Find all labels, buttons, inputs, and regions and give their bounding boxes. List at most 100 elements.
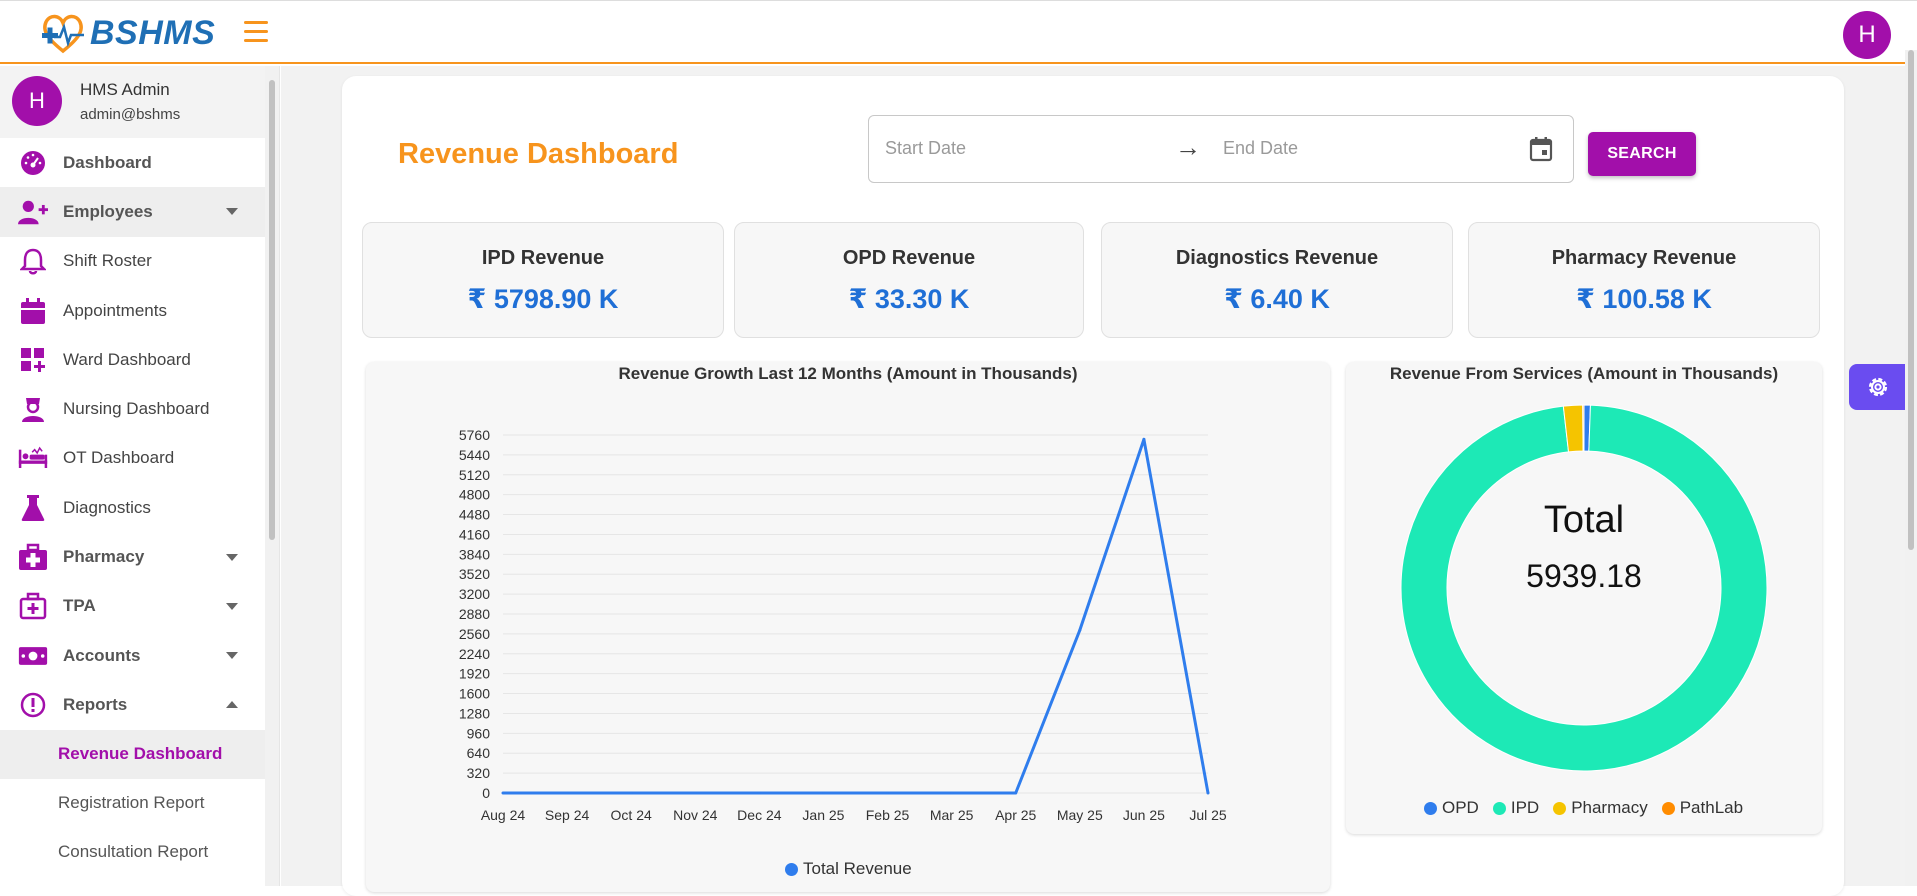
data-point[interactable] <box>821 791 825 795</box>
data-point[interactable] <box>1078 628 1082 632</box>
top-bar: BSHMS H <box>0 0 1917 64</box>
legend-dot <box>1492 801 1506 815</box>
data-point[interactable] <box>693 791 697 795</box>
y-tick-label: 1280 <box>459 705 490 721</box>
sidebar-item-diagnostics[interactable]: Diagnostics <box>0 483 266 532</box>
opd-revenue-card: OPD Revenue ₹ 33.30 K <box>734 222 1084 338</box>
stat-label: IPD Revenue <box>481 247 605 269</box>
x-tick-label: Jan 25 <box>802 807 844 823</box>
sidebar-item-reports[interactable]: Reports <box>0 680 266 729</box>
x-tick-label: Dec 24 <box>737 807 782 823</box>
sidebar-item-label: Diagnostics <box>63 497 151 517</box>
y-tick-label: 2240 <box>459 646 490 662</box>
legend-item-total-revenue[interactable]: Total Revenue <box>785 859 912 879</box>
alert-circle-icon <box>18 690 48 720</box>
stat-label: Diagnostics Revenue <box>1175 247 1379 269</box>
chevron-up-icon[interactable] <box>226 701 238 709</box>
sidebar-subitem-revenue-dashboard[interactable]: Revenue Dashboard <box>0 729 266 779</box>
calendar-icon <box>18 296 48 326</box>
chevron-down-icon[interactable] <box>226 553 238 561</box>
x-tick-label: May 25 <box>1057 807 1103 823</box>
stat-value: ₹ 5798.90 K <box>467 284 619 314</box>
sidebar-item-label: Dashboard <box>63 152 152 172</box>
pie-slice-pathlab[interactable] <box>1582 404 1585 452</box>
calendar-icon[interactable] <box>1529 136 1555 162</box>
sidebar-item-label: Reports <box>63 694 128 714</box>
menu-toggle-icon[interactable] <box>244 21 268 43</box>
doughnut-chart-title: Revenue From Services (Amount in Thousan… <box>1389 364 1779 383</box>
chevron-down-icon[interactable] <box>226 208 238 216</box>
date-range-picker[interactable]: Start Date → End Date <box>868 115 1574 183</box>
user-profile: H HMS Admin admin@bshms <box>0 66 266 138</box>
bell-icon <box>18 246 48 276</box>
data-point[interactable] <box>1206 791 1210 795</box>
settings-gear-button[interactable] <box>1849 364 1907 410</box>
sidebar-item-appointments[interactable]: Appointments <box>0 286 266 335</box>
sidebar-item-label: Ward Dashboard <box>63 349 191 369</box>
revenue-growth-line-chart: 0 320 640 960 1280 1600 1920 2240 2560 2880 3200 35… <box>459 427 1227 823</box>
sidebar-item-label: TPA <box>63 596 96 616</box>
stat-value: ₹ 33.30 K <box>848 284 970 314</box>
app-logo[interactable]: BSHMS <box>40 11 215 55</box>
chevron-down-icon[interactable] <box>226 652 238 660</box>
end-date-input[interactable]: End Date <box>1223 138 1298 159</box>
x-tick-label: Jun 25 <box>1123 807 1165 823</box>
gear-icon <box>1868 377 1888 397</box>
sidebar-item-employees[interactable]: Employees <box>0 187 266 237</box>
y-tick-label: 4800 <box>459 487 490 503</box>
legend-item-ipd[interactable]: IPD <box>1492 798 1539 818</box>
bed-icon <box>18 443 48 473</box>
sidebar-item-accounts[interactable]: Accounts <box>0 631 266 680</box>
sidebar-item-tpa[interactable]: TPA <box>0 582 266 631</box>
legend-label: Pharmacy <box>1571 798 1648 817</box>
page-scrollbar[interactable] <box>1905 50 1917 886</box>
sidebar-subitem-registration-report[interactable]: Registration Report <box>0 779 266 828</box>
user-avatar[interactable]: H <box>12 76 62 126</box>
data-point[interactable] <box>950 791 954 795</box>
y-tick-label: 2560 <box>459 626 490 642</box>
x-tick-label: Aug 24 <box>481 807 526 823</box>
data-point[interactable] <box>501 791 505 795</box>
y-tick-label: 3520 <box>459 566 490 582</box>
data-point[interactable] <box>565 791 569 795</box>
legend-dot <box>785 862 798 876</box>
sidebar-item-shift-roster[interactable]: Shift Roster <box>0 237 266 286</box>
sidebar-item-label: Employees <box>63 201 153 221</box>
sidebar-item-ot-dashboard[interactable]: OT Dashboard <box>0 434 266 483</box>
y-tick-label: 1600 <box>459 686 490 702</box>
data-point[interactable] <box>629 791 633 795</box>
y-tick-label: 640 <box>467 745 491 761</box>
sidebar-item-pharmacy[interactable]: Pharmacy <box>0 532 266 581</box>
legend-item-opd[interactable]: OPD <box>1424 798 1479 818</box>
doughnut-center-value: 5939.18 <box>1526 558 1642 594</box>
sidebar-scrollbar[interactable] <box>265 66 279 886</box>
sidebar-subitem-consultation-report[interactable]: Consultation Report <box>0 828 266 877</box>
revenue-services-doughnut-chart: Total 5939.18 <box>1400 404 1768 772</box>
sidebar-item-label: OT Dashboard <box>63 448 175 468</box>
search-button[interactable]: SEARCH <box>1588 132 1696 176</box>
chevron-down-icon[interactable] <box>226 602 238 610</box>
data-point[interactable] <box>1014 791 1018 795</box>
legend-dot <box>1553 801 1567 815</box>
ipd-revenue-card: IPD Revenue ₹ 5798.90 K <box>362 222 724 338</box>
legend-dot <box>1661 801 1675 815</box>
sidebar-item-ward-dashboard[interactable]: Ward Dashboard <box>0 335 266 384</box>
data-point[interactable] <box>1142 437 1146 441</box>
sidebar-item-dashboard[interactable]: Dashboard <box>0 138 266 187</box>
y-tick-label: 4480 <box>459 507 490 523</box>
sidebar-item-label: Nursing Dashboard <box>63 399 210 419</box>
profile-avatar[interactable]: H <box>1843 11 1891 59</box>
data-point[interactable] <box>886 791 890 795</box>
data-point[interactable] <box>757 791 761 795</box>
start-date-input[interactable]: Start Date <box>885 138 966 159</box>
cash-icon <box>18 641 48 671</box>
legend-item-pharmacy[interactable]: Pharmacy <box>1553 798 1648 818</box>
logo-text: BSHMS <box>90 13 216 52</box>
sidebar-item-nursing-dashboard[interactable]: Nursing Dashboard <box>0 384 266 433</box>
y-tick-label: 5760 <box>459 427 490 443</box>
line-chart-legend: Total Revenue <box>785 859 926 879</box>
y-tick-label: 3840 <box>459 546 490 562</box>
y-tick-label: 960 <box>467 725 491 741</box>
legend-item-pathlab[interactable]: PathLab <box>1661 798 1743 818</box>
medical-kit-icon <box>18 591 48 621</box>
